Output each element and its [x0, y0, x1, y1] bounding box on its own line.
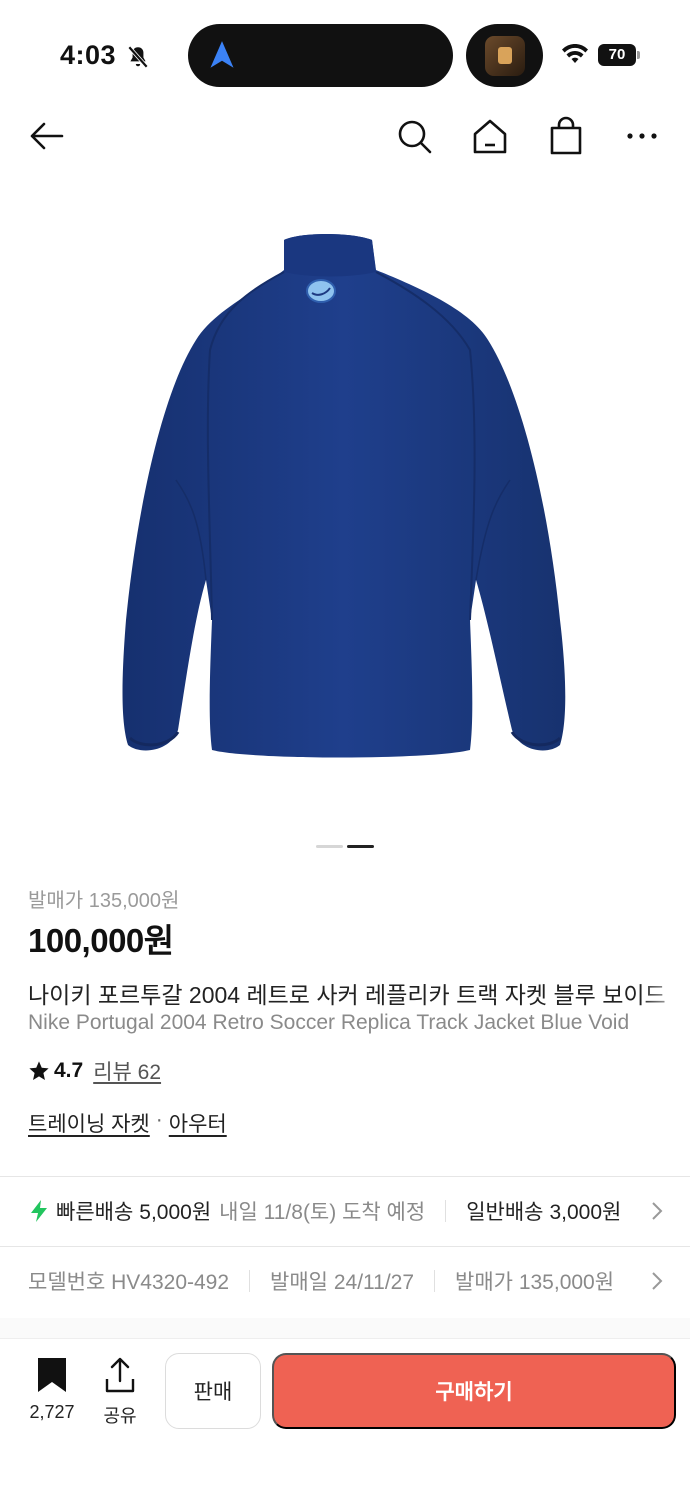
search-icon	[398, 120, 432, 154]
fast-shipping-price: 5,000원	[139, 1201, 212, 1224]
more-button[interactable]	[622, 116, 662, 156]
model-number: 모델번호 HV4320-492	[28, 1271, 230, 1294]
bookmark-button[interactable]: 2,727	[24, 1357, 80, 1423]
release-price-line: 발매가 135,000원	[28, 890, 180, 912]
wifi-icon	[562, 44, 588, 63]
bottom-action-bar: 2,727 공유 판매 구매하기	[0, 1338, 690, 1500]
battery-indicator: 70	[598, 44, 640, 66]
shopping-bag-icon	[550, 116, 582, 155]
dynamic-island	[188, 24, 453, 87]
product-image[interactable]	[0, 200, 690, 800]
share-icon	[105, 1357, 135, 1393]
fast-shipping-label: 빠른배송	[56, 1201, 134, 1224]
status-time: 4:03	[60, 40, 117, 70]
app-thumbnail-icon	[485, 36, 525, 76]
share-label: 공유	[103, 1406, 137, 1426]
share-button[interactable]: 공유	[100, 1357, 140, 1428]
section-divider	[0, 1246, 690, 1247]
status-bar: 4:03 70	[0, 0, 690, 110]
live-activity-thumbnail	[466, 24, 543, 87]
carousel-dot-1[interactable]	[316, 845, 343, 848]
top-nav-bar	[0, 108, 690, 162]
more-icon	[627, 133, 657, 139]
release-date: 발매일 24/11/27	[270, 1271, 415, 1294]
sell-button[interactable]: 판매	[165, 1353, 261, 1429]
navigation-arrow-icon	[210, 41, 234, 68]
category-link-training-jacket[interactable]: 트레이닝 자켓	[28, 1108, 150, 1138]
home-button[interactable]	[470, 116, 510, 156]
carousel-dot-2-active[interactable]	[347, 845, 374, 848]
section-spacer	[0, 1318, 690, 1338]
chevron-right-icon	[648, 1199, 666, 1223]
bell-off-icon	[127, 45, 149, 69]
bookmark-count: 2,727	[29, 1402, 75, 1422]
current-price: 100,000원	[28, 922, 174, 959]
battery-level: 70	[598, 44, 636, 66]
cart-button[interactable]	[546, 116, 586, 156]
home-icon	[473, 119, 507, 154]
shipping-options-row[interactable]: 빠른배송 5,000원 내일 11/8(토) 도착 예정 일반배송 3,000원	[0, 1177, 690, 1245]
release-price: 발매가 135,000원	[455, 1271, 615, 1294]
back-arrow-icon	[30, 122, 64, 150]
search-button[interactable]	[394, 116, 434, 156]
normal-shipping-price: 3,000원	[549, 1201, 622, 1224]
rating-score: 4.7	[54, 1059, 84, 1082]
product-title-korean: 나이키 포르투갈 2004 레트로 사커 레플리카 트랙 자켓 블루 보이드	[28, 982, 666, 1008]
fast-shipping-eta: 내일 11/8(토) 도착 예정	[219, 1201, 426, 1224]
rating-row: 4.7 리뷰 62	[28, 1056, 161, 1086]
category-link-outer[interactable]: 아우터	[169, 1108, 227, 1138]
battery-cap	[637, 51, 640, 59]
star-icon	[29, 1061, 49, 1080]
bookmark-icon	[38, 1358, 66, 1392]
carousel-indicator	[316, 845, 376, 849]
title-fade	[640, 976, 690, 1036]
row-separator	[434, 1270, 436, 1292]
normal-shipping-label: 일반배송	[466, 1201, 544, 1224]
category-separator: ·	[155, 1108, 163, 1131]
review-link[interactable]: 리뷰 62	[93, 1056, 161, 1086]
back-button[interactable]	[26, 116, 66, 156]
category-breadcrumb: 트레이닝 자켓 · 아우터	[28, 1108, 227, 1138]
spec-info-row[interactable]: 모델번호 HV4320-492 발매일 24/11/27 발매가 135,000…	[0, 1248, 690, 1314]
lightning-bolt-icon	[31, 1200, 47, 1222]
chevron-right-icon	[648, 1269, 666, 1293]
row-fade	[620, 1181, 650, 1241]
row-fade	[620, 1251, 650, 1311]
product-title-english: Nike Portugal 2004 Retro Soccer Replica …	[28, 1011, 630, 1034]
row-separator	[445, 1200, 447, 1222]
row-separator	[249, 1270, 251, 1292]
buy-button[interactable]: 구매하기	[272, 1353, 676, 1429]
